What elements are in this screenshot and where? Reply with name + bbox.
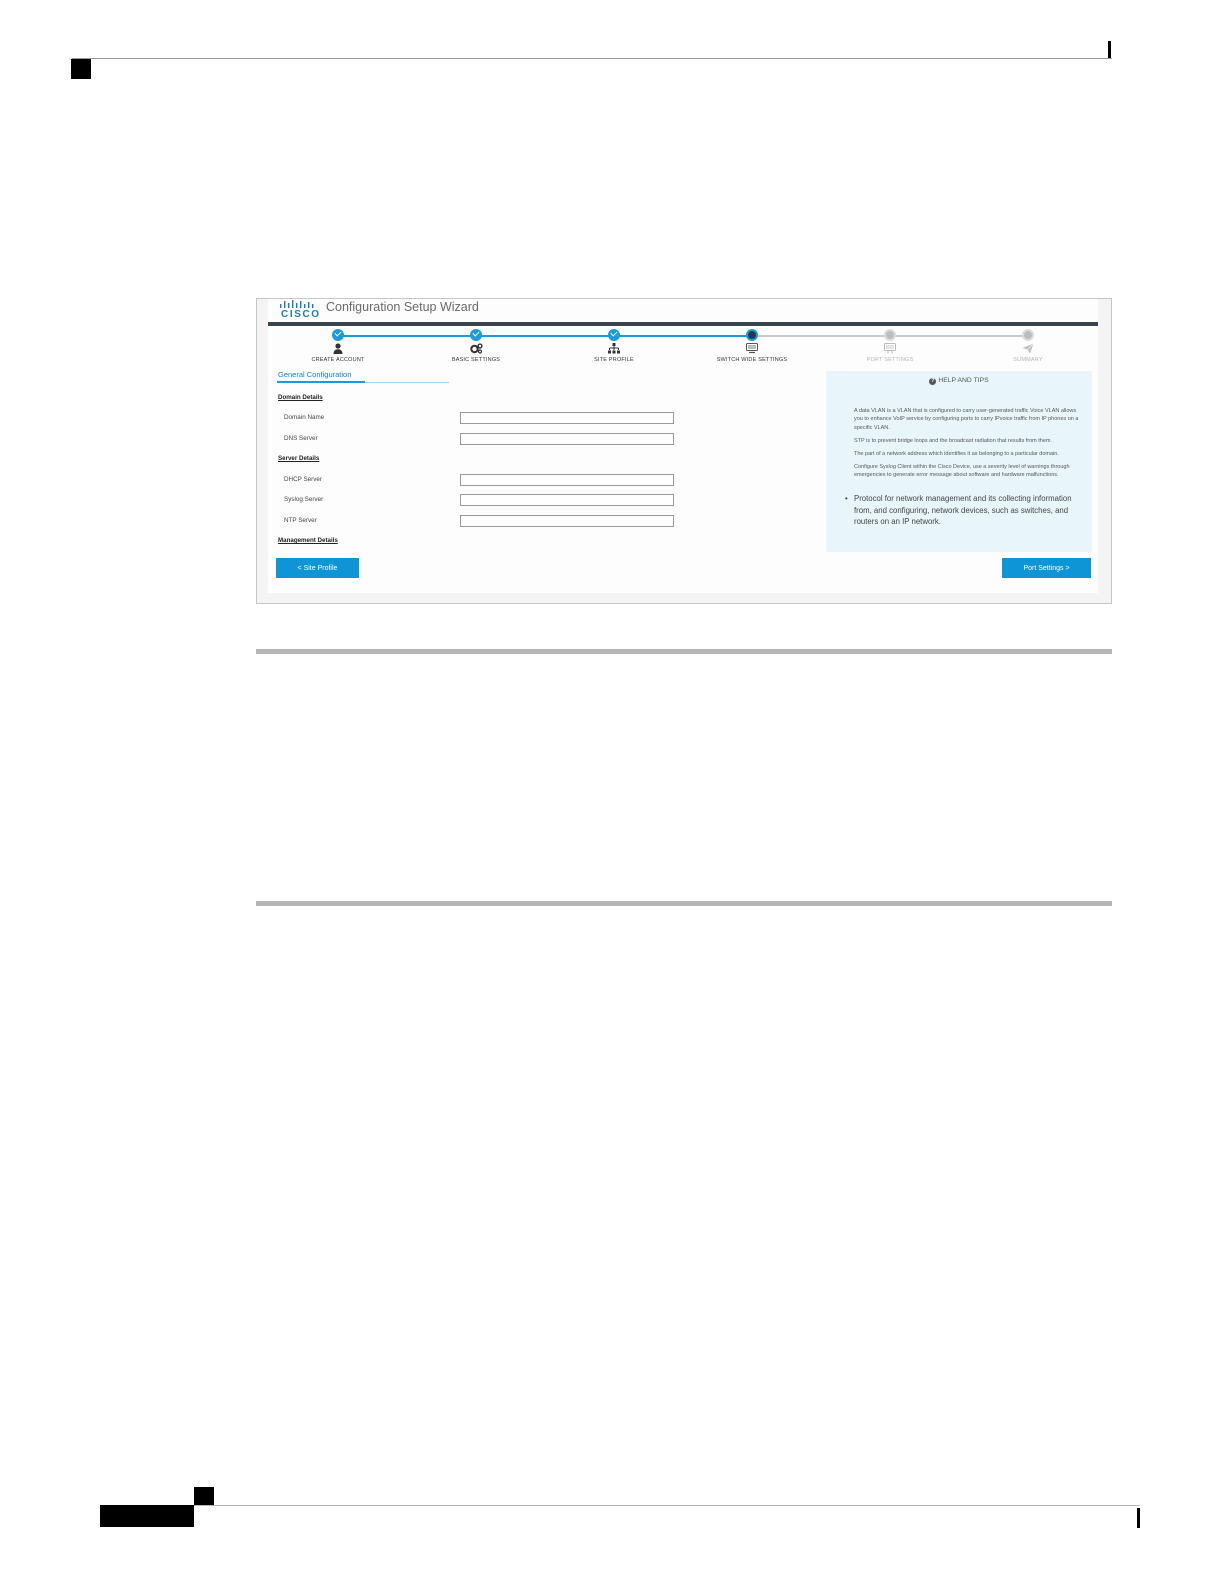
- gears-icon: [416, 343, 536, 355]
- syslog-server-field[interactable]: [460, 494, 674, 506]
- page-footer-rule: [100, 1505, 1140, 1506]
- step-label: BASIC SETTINGS: [451, 357, 501, 363]
- step-pending-indicator: [1022, 329, 1034, 341]
- step-label: PORT SETTINGS: [866, 357, 914, 363]
- dns-server-field[interactable]: [460, 433, 674, 445]
- sitemap-icon: [554, 343, 674, 355]
- help-bullet-item: • Protocol for network management and it…: [845, 493, 1085, 528]
- step-switch-wide-settings[interactable]: SWITCH WIDE SETTINGS: [692, 329, 812, 363]
- step-create-account[interactable]: CREATE ACCOUNT: [278, 329, 398, 363]
- step-check-icon: [332, 329, 344, 341]
- tab-general-configuration[interactable]: General Configuration: [278, 370, 351, 379]
- help-paragraph: A data VLAN is a VLAN that is configured…: [854, 408, 1079, 431]
- step-label: CREATE ACCOUNT: [311, 357, 365, 363]
- step-site-profile[interactable]: SITE PROFILE: [554, 329, 674, 363]
- step-basic-settings[interactable]: BASIC SETTINGS: [416, 329, 536, 363]
- user-icon: [278, 343, 398, 355]
- help-paragraph: Configure Syslog Client within the Cisco…: [854, 464, 1070, 479]
- section-management-details: Management Details: [278, 537, 338, 544]
- help-title: ? HELP AND TIPS: [826, 377, 1092, 385]
- help-bullet-text: Protocol for network management and its …: [854, 494, 1072, 527]
- dhcp-server-field[interactable]: [460, 474, 674, 486]
- back-site-profile-button[interactable]: < Site Profile: [276, 558, 359, 578]
- step-label: SWITCH WIDE SETTINGS: [716, 357, 788, 363]
- section-domain-details: Domain Details: [278, 394, 323, 401]
- section-server-details: Server Details: [278, 455, 320, 462]
- wizard-screenshot: CISCO Configuration Setup Wizard CREATE …: [256, 298, 1112, 604]
- step-label: SUMMARY: [1013, 357, 1043, 363]
- help-paragraph: The part of a network address which iden…: [854, 451, 1059, 457]
- page-footer-marker: [194, 1487, 214, 1505]
- page-footer-tab: [100, 1505, 194, 1527]
- question-circle-icon: ?: [929, 378, 937, 385]
- stepper-track-completed: [338, 335, 752, 337]
- help-title-text: HELP AND TIPS: [938, 377, 989, 384]
- page-footer-tick: [1137, 1508, 1140, 1528]
- step-label: SITE PROFILE: [594, 357, 634, 363]
- dns-server-label: DNS Server: [284, 435, 318, 442]
- bullet-icon: •: [845, 494, 848, 503]
- tab-divider: [365, 382, 449, 383]
- syslog-server-label: Syslog Server: [284, 496, 324, 503]
- wizard-window: CISCO Configuration Setup Wizard CREATE …: [268, 299, 1098, 593]
- step-current-indicator: [746, 329, 758, 341]
- switch-icon: [692, 343, 812, 355]
- step-port-settings[interactable]: PORT SETTINGS: [830, 329, 950, 363]
- help-panel: ? HELP AND TIPS A data VLAN is a VLAN tha…: [826, 371, 1092, 552]
- next-port-settings-button[interactable]: Port Settings >: [1002, 558, 1091, 578]
- help-paragraph: STP is to prevent bridge loops and the b…: [854, 438, 1053, 444]
- wizard-title: Configuration Setup Wizard: [326, 300, 479, 314]
- step-check-icon: [470, 329, 482, 341]
- ntp-server-field[interactable]: [460, 515, 674, 527]
- cisco-logo-text: CISCO: [281, 309, 321, 320]
- cisco-logo-icon: [280, 300, 314, 308]
- step-pending-indicator: [884, 329, 896, 341]
- dhcp-server-label: DHCP Server: [284, 476, 323, 483]
- page-header-tick: [1108, 41, 1111, 58]
- step-summary[interactable]: SUMMARY: [968, 329, 1088, 363]
- ntp-server-label: NTP Server: [284, 517, 317, 524]
- section-separator: [256, 649, 1112, 654]
- tab-active-underline: [277, 381, 365, 383]
- domain-name-label: Domain Name: [284, 414, 325, 421]
- page-header-rule: [72, 58, 1112, 59]
- cisco-logo: CISCO: [279, 300, 319, 322]
- wizard-header-bar: [268, 322, 1098, 326]
- section-separator: [256, 901, 1112, 906]
- paper-plane-icon: [968, 343, 1088, 355]
- port-icon: [830, 343, 950, 355]
- page-header-marker: [71, 59, 91, 79]
- step-check-icon: [608, 329, 620, 341]
- domain-name-field[interactable]: [460, 412, 674, 424]
